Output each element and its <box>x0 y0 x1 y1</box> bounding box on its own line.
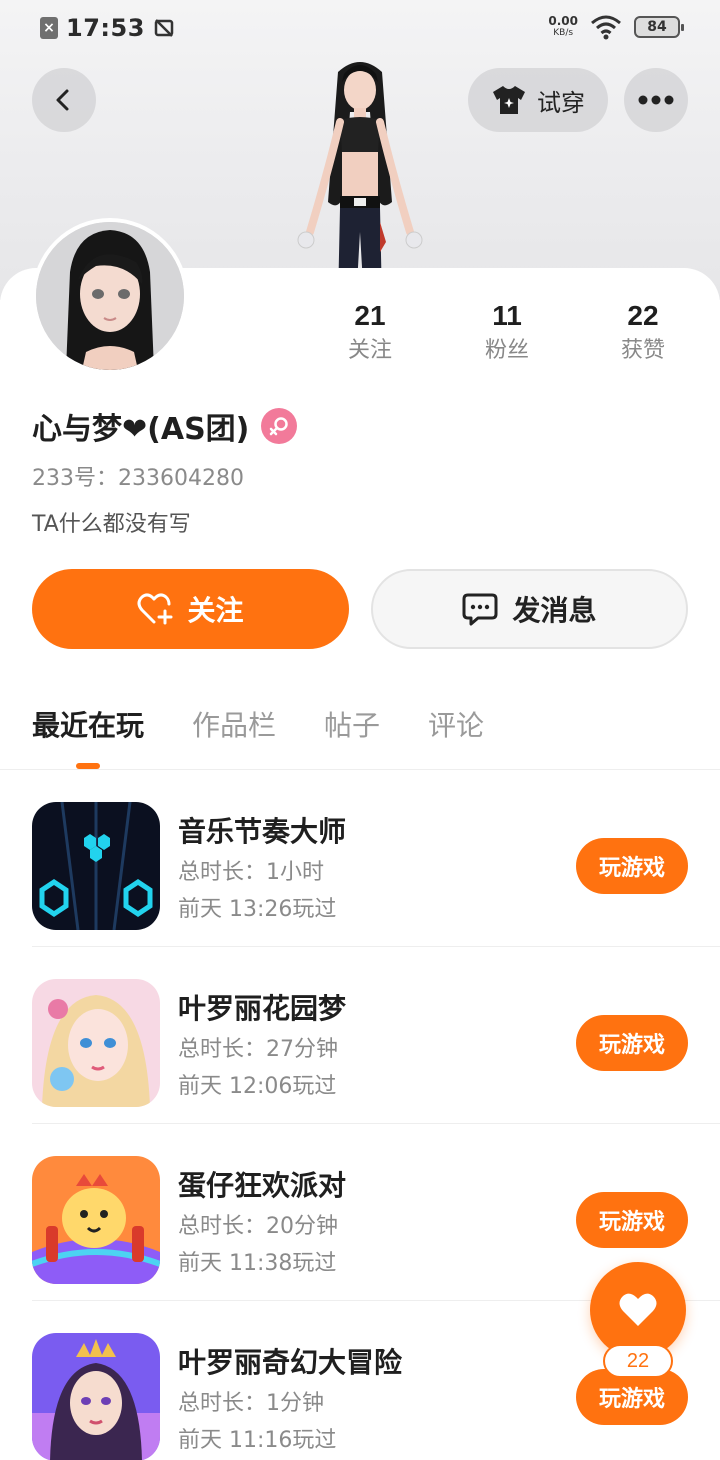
try-on-button[interactable]: 试穿 <box>468 68 608 132</box>
status-time: 17:53 <box>66 14 145 42</box>
wifi-icon <box>591 15 621 40</box>
game-title: 叶罗丽花园梦 <box>178 992 347 1025</box>
stat-likes: 22 获赞 <box>573 298 713 368</box>
more-options-button[interactable] <box>624 68 688 132</box>
try-on-label: 试穿 <box>537 88 585 117</box>
profile-stats: 21 关注 11 粉丝 22 获赞 <box>300 298 720 378</box>
stat-following-label: 关注 <box>347 338 392 363</box>
profile-tabs: 最近在玩 作品栏 帖子 评论 <box>0 690 720 770</box>
tab-comments[interactable]: 评论 <box>428 704 484 744</box>
game-icon-yeloli-garden <box>32 979 160 1107</box>
tab-posts[interactable]: 帖子 <box>324 704 380 744</box>
game-last-played: 前天 11:38玩过 <box>178 1251 337 1276</box>
status-bar: × 17:53 0.00 KB/s 84 <box>0 0 720 56</box>
name-row: 心与梦❤(AS团) <box>32 404 298 448</box>
play-game-button[interactable]: 玩游戏 <box>576 1192 688 1248</box>
game-duration: 总时长：1小时 <box>178 860 324 885</box>
silent-mode-icon <box>154 19 174 37</box>
play-game-button[interactable]: 玩游戏 <box>576 838 688 894</box>
follow-button[interactable]: 关注 <box>32 569 349 649</box>
game-last-played: 前天 13:26玩过 <box>178 897 337 922</box>
profile-bio: TA什么都没有写 <box>32 512 191 537</box>
battery-indicator: 84 <box>634 16 684 38</box>
tshirt-icon <box>493 86 525 114</box>
game-last-played: 前天 11:16玩过 <box>178 1428 337 1453</box>
send-message-label: 发消息 <box>512 594 597 627</box>
game-duration: 总时长：1分钟 <box>178 1391 324 1416</box>
game-duration: 总时长：27分钟 <box>178 1037 338 1062</box>
game-last-played: 前天 12:06玩过 <box>178 1074 337 1099</box>
avatar[interactable] <box>32 218 188 374</box>
avatar-3d-figure <box>297 62 423 300</box>
list-item[interactable]: 叶罗丽花园梦 总时长：27分钟 前天 12:06玩过 玩游戏 <box>32 947 720 1124</box>
game-title: 叶罗丽奇幻大冒险 <box>178 1346 403 1379</box>
tab-recently-played[interactable]: 最近在玩 <box>32 704 144 744</box>
tab-works[interactable]: 作品栏 <box>192 704 276 744</box>
stat-fans[interactable]: 11 粉丝 <box>437 298 577 368</box>
play-game-button[interactable]: 玩游戏 <box>576 1015 688 1071</box>
heart-plus-icon <box>137 593 173 625</box>
stat-following[interactable]: 21 关注 <box>300 298 440 368</box>
user-id: 233号：233604280 <box>32 466 244 491</box>
more-horizontal-icon <box>638 95 674 105</box>
back-button[interactable] <box>32 68 96 132</box>
game-title: 音乐节奏大师 <box>178 815 347 848</box>
send-message-button[interactable]: 发消息 <box>371 569 688 649</box>
stat-likes-label: 获赞 <box>620 338 665 363</box>
floating-like-count: 22 <box>603 1344 673 1378</box>
notification-close-icon: × <box>40 17 58 39</box>
game-icon-music-rhythm <box>32 802 160 930</box>
game-duration: 总时长：20分钟 <box>178 1214 338 1239</box>
follow-label: 关注 <box>187 594 244 627</box>
female-gender-icon <box>261 408 298 444</box>
stat-fans-count: 11 <box>492 300 522 331</box>
stat-fans-label: 粉丝 <box>484 338 529 363</box>
game-title: 蛋仔狂欢派对 <box>178 1169 347 1202</box>
list-item[interactable]: 音乐节奏大师 总时长：1小时 前天 13:26玩过 玩游戏 <box>32 770 720 947</box>
game-icon-yeloli-adventure <box>32 1333 160 1460</box>
stat-likes-count: 22 <box>627 300 659 331</box>
chevron-left-icon <box>56 89 69 111</box>
chat-bubble-icon <box>462 593 498 626</box>
game-icon-eggy-party <box>32 1156 160 1284</box>
avatar-portrait <box>36 222 184 370</box>
profile-name: 心与梦❤(AS团) <box>32 412 250 447</box>
tab-active-indicator <box>76 763 100 769</box>
stat-following-count: 21 <box>354 300 386 331</box>
heart-icon <box>619 1293 657 1326</box>
network-speed: 0.00 KB/s <box>548 14 578 38</box>
